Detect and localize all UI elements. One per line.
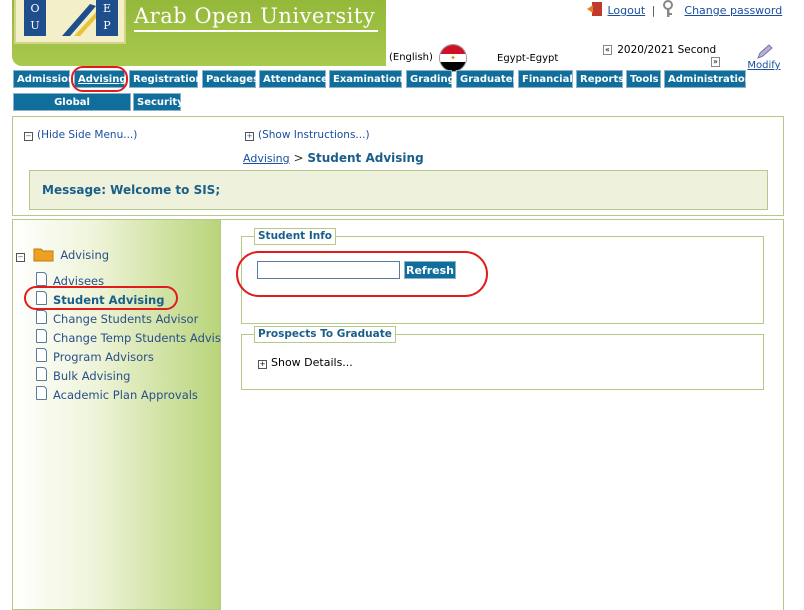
show-details-toggle[interactable]: + Show Details... — [258, 356, 353, 369]
welcome-message: Message: Welcome to SIS; — [29, 170, 768, 210]
sidebar-item-label: Change Students Advisor — [53, 312, 199, 326]
nav-tab-attendance[interactable]: Attendance — [259, 70, 328, 88]
collapse-icon: − — [24, 132, 33, 141]
top-links: Logout | Change password — [586, 0, 782, 20]
nav-tab-tools[interactable]: Tools — [626, 70, 661, 88]
prospects-legend: Prospects To Graduate — [254, 326, 396, 343]
document-icon — [36, 386, 47, 400]
nav-tab-reports[interactable]: Reports — [576, 70, 624, 88]
breadcrumb-advising-link[interactable]: Advising — [243, 152, 290, 165]
show-instructions-label: (Show Instructions...) — [258, 129, 370, 141]
hide-side-menu-toggle[interactable]: − (Hide Side Menu...) — [24, 129, 137, 141]
term-next-icon[interactable]: » — [711, 57, 720, 67]
annotation-circle-advising-tab — [71, 66, 128, 92]
language-label[interactable]: (English) — [389, 52, 433, 63]
document-icon — [36, 272, 47, 286]
logo-emblem-icon — [62, 4, 98, 36]
document-icon — [36, 367, 47, 381]
change-password-link[interactable]: Change password — [684, 4, 782, 17]
logo-letter: E — [102, 2, 112, 15]
nav-tab-admission[interactable]: Admission — [13, 70, 75, 88]
header: O U E P Arab Open University Logout | Ch… — [0, 0, 804, 72]
folder-icon — [33, 248, 54, 262]
logo-tile-left: O U — [24, 0, 46, 36]
sidebar-item-bulk-advising[interactable]: Bulk Advising — [36, 367, 130, 383]
pencil-icon[interactable] — [754, 44, 774, 60]
nav-tab-financials[interactable]: Financials — [518, 70, 579, 88]
modify-link[interactable]: Modify — [744, 60, 784, 71]
banner-divider — [134, 30, 378, 32]
logout-icon[interactable] — [586, 1, 604, 17]
university-logo: O U E P — [14, 0, 126, 44]
document-icon — [36, 310, 47, 324]
annotation-circle-student-advising — [24, 286, 178, 310]
nav-tab-registration[interactable]: Registration — [129, 70, 203, 88]
tree-collapse-icon[interactable]: − — [16, 253, 25, 262]
annotation-circle-student-input — [236, 251, 488, 297]
expand-icon: + — [245, 132, 254, 141]
sidebar-folder-label: Advising — [60, 248, 110, 262]
university-name: Arab Open University — [134, 4, 376, 28]
sidebar-item-label: Change Temp Students Advis — [53, 331, 221, 345]
nav-tab-administration[interactable]: Administration — [664, 70, 752, 88]
logout-link[interactable]: Logout — [608, 4, 646, 17]
term-selector: « 2020/2021 Second » — [603, 44, 720, 67]
sidebar-item-label: Bulk Advising — [53, 369, 131, 383]
nav-tab-packages[interactable]: Packages — [202, 70, 259, 88]
show-instructions-toggle[interactable]: + (Show Instructions...) — [245, 129, 370, 141]
sidebar-item-change-temp-students-advisor[interactable]: Change Temp Students Advis — [36, 329, 221, 345]
nav-tab-graduates[interactable]: Graduates — [456, 70, 518, 88]
egypt-flag-icon[interactable]: ✦ — [439, 44, 467, 72]
logo-tile-right: E P — [96, 0, 118, 36]
sidebar-item-label: Academic Plan Approvals — [53, 388, 198, 402]
nav-tab-security[interactable]: Security — [133, 93, 184, 111]
key-icon[interactable] — [662, 0, 678, 18]
sidebar-item-program-advisors[interactable]: Program Advisors — [36, 348, 154, 364]
nav-tab-grading[interactable]: Grading — [406, 70, 455, 88]
document-icon — [36, 329, 47, 343]
sidebar-folder-advising[interactable]: − Advising — [16, 246, 109, 262]
modify-control[interactable]: Modify — [744, 44, 784, 71]
nav-tab-examinations[interactable]: Examinations — [329, 70, 409, 88]
student-info-legend: Student Info — [254, 228, 337, 245]
page-title: Student Advising — [307, 151, 424, 165]
country-label: Egypt-Egypt — [497, 53, 559, 64]
sidebar-item-label: Program Advisors — [53, 350, 154, 364]
hide-side-menu-label: (Hide Side Menu...) — [37, 129, 138, 141]
logo-letter: U — [30, 19, 40, 32]
term-prev-icon[interactable]: « — [603, 45, 612, 55]
breadcrumb-separator: > — [293, 151, 304, 165]
breadcrumb: Advising > Student Advising — [243, 151, 424, 165]
link-separator: | — [651, 4, 656, 17]
expand-icon: + — [258, 360, 267, 369]
show-details-label: Show Details... — [271, 356, 353, 369]
term-label: 2020/2021 Second — [617, 44, 717, 56]
document-icon — [36, 348, 47, 362]
sidebar-item-academic-plan-approvals[interactable]: Academic Plan Approvals — [36, 386, 198, 402]
logo-letter: O — [30, 2, 40, 15]
sidebar-item-change-students-advisor[interactable]: Change Students Advisor — [36, 310, 198, 326]
logo-letter: P — [103, 19, 111, 32]
nav-tab-global-administration[interactable]: Global Administration — [13, 93, 131, 126]
